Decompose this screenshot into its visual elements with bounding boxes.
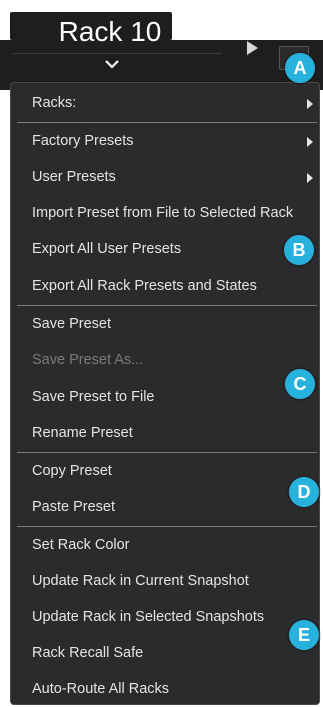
menu-item-update-rack-selected-snapshots[interactable]: Update Rack in Selected Snapshots: [11, 599, 319, 635]
menu-item-label: Update Rack in Selected Snapshots: [32, 609, 265, 625]
menu-item-save-preset-as: Save Preset As...: [11, 342, 319, 378]
menu-item-rename-preset[interactable]: Rename Preset: [11, 415, 319, 451]
rack-title[interactable]: Rack 10: [10, 12, 210, 52]
menu-item-label: Paste Preset: [32, 499, 116, 515]
rack-context-menu: Racks: Factory Presets User Presets Impo…: [10, 82, 320, 705]
callout-badge-c: C: [285, 369, 315, 399]
menu-item-import-preset[interactable]: Import Preset from File to Selected Rack: [11, 195, 319, 231]
callout-badge-b: B: [284, 235, 314, 265]
callout-badge-e: E: [289, 620, 319, 650]
menu-item-save-preset[interactable]: Save Preset: [11, 306, 319, 342]
menu-item-label: Export All Rack Presets and States: [32, 278, 257, 294]
callout-badge-d: D: [289, 477, 319, 507]
menu-item-factory-presets[interactable]: Factory Presets: [11, 123, 319, 159]
menu-item-label: Save Preset As...: [32, 352, 144, 368]
submenu-arrow-icon: [307, 137, 313, 147]
menu-item-user-presets[interactable]: User Presets: [11, 159, 319, 195]
menu-item-export-user-presets[interactable]: Export All User Presets: [11, 231, 319, 267]
callout-badge-a: A: [285, 53, 315, 83]
menu-item-label: Copy Preset: [32, 463, 112, 479]
menu-item-set-rack-color[interactable]: Set Rack Color: [11, 527, 319, 563]
menu-item-save-preset-to-file[interactable]: Save Preset to File: [11, 379, 319, 415]
menu-item-label: Save Preset to File: [32, 389, 155, 405]
menu-item-label: Auto-Route All Racks: [32, 681, 170, 697]
play-icon[interactable]: [245, 41, 259, 55]
submenu-arrow-icon: [307, 173, 313, 183]
menu-item-label: Factory Presets: [32, 133, 134, 149]
menu-item-label: Export All User Presets: [32, 241, 182, 257]
rack-title-underline: [12, 53, 222, 54]
menu-item-label: Rename Preset: [32, 425, 133, 441]
menu-item-racks[interactable]: Racks:: [11, 85, 319, 121]
menu-item-label: Import Preset from File to Selected Rack: [32, 205, 294, 221]
menu-item-auto-route-all-racks[interactable]: Auto-Route All Racks: [11, 671, 319, 707]
menu-item-label: Set Rack Color: [32, 537, 130, 553]
menu-item-rack-recall-safe[interactable]: Rack Recall Safe: [11, 635, 319, 671]
menu-item-paste-preset[interactable]: Paste Preset: [11, 489, 319, 525]
menu-item-label: Racks:: [32, 95, 77, 111]
menu-item-update-rack-current-snapshot[interactable]: Update Rack in Current Snapshot: [11, 563, 319, 599]
menu-item-label: Save Preset: [32, 316, 111, 332]
menu-item-export-all-rack-presets[interactable]: Export All Rack Presets and States: [11, 268, 319, 304]
menu-item-copy-preset[interactable]: Copy Preset: [11, 453, 319, 489]
menu-item-label: User Presets: [32, 169, 116, 185]
menu-item-label: Update Rack in Current Snapshot: [32, 573, 249, 589]
menu-item-label: Rack Recall Safe: [32, 645, 144, 661]
submenu-arrow-icon: [307, 99, 313, 109]
chevron-down-icon[interactable]: [104, 58, 120, 70]
